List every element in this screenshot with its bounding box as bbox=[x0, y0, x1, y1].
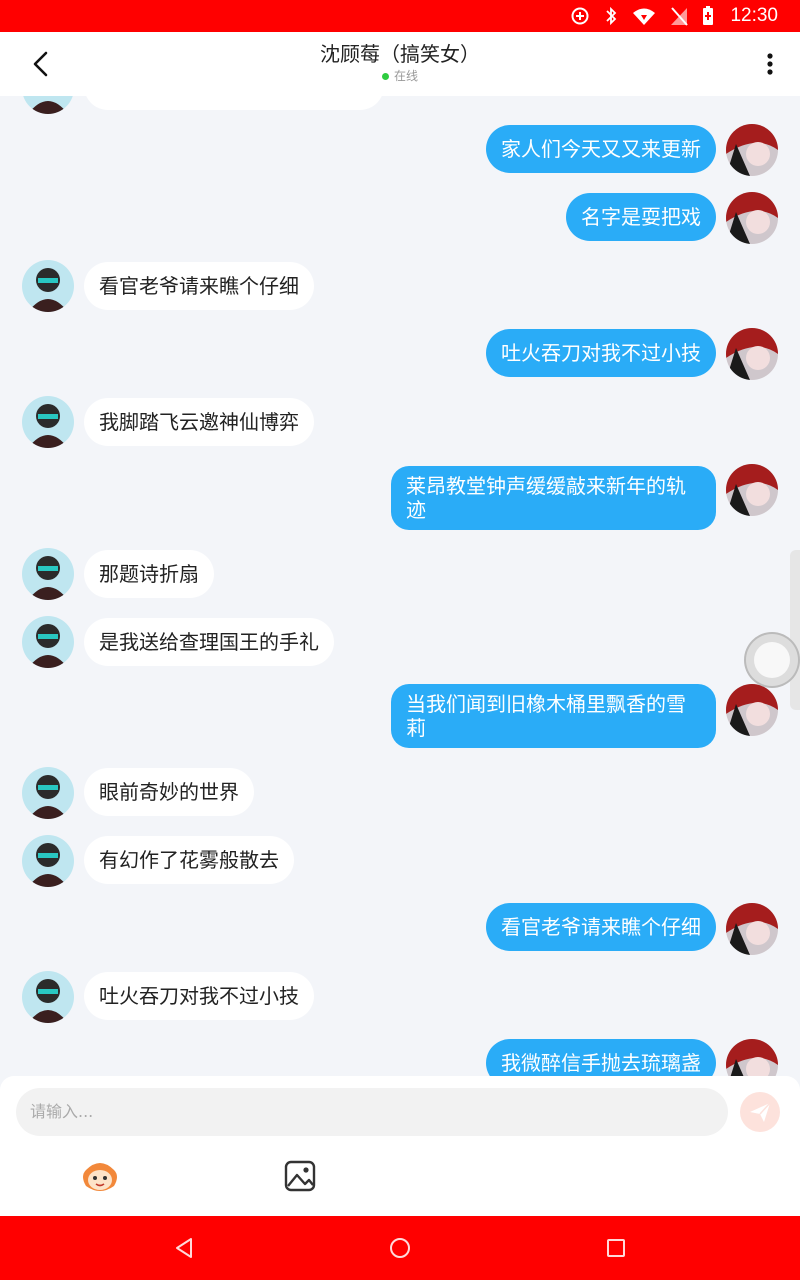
message-bubble[interactable] bbox=[84, 96, 384, 110]
chat-header: 沈顾莓（搞笑女） 在线 bbox=[0, 32, 800, 96]
my-avatar[interactable] bbox=[726, 903, 778, 955]
message-row: 家人们今天又又来更新 bbox=[0, 124, 800, 176]
my-avatar[interactable] bbox=[726, 124, 778, 176]
message-bubble[interactable]: 家人们今天又又来更新 bbox=[486, 125, 716, 173]
nav-recent-icon[interactable] bbox=[604, 1236, 628, 1260]
my-avatar[interactable] bbox=[726, 1039, 778, 1076]
my-avatar[interactable] bbox=[726, 192, 778, 244]
message-row: 吐火吞刀对我不过小技 bbox=[0, 971, 800, 1023]
message-row bbox=[0, 96, 800, 114]
contact-avatar[interactable] bbox=[22, 616, 74, 668]
more-button[interactable] bbox=[760, 48, 780, 80]
status-icons: 12:30 bbox=[570, 0, 800, 32]
status-time: 12:30 bbox=[730, 5, 778, 26]
nav-home-icon[interactable] bbox=[388, 1236, 412, 1260]
input-bar: 请输入... bbox=[0, 1076, 800, 1216]
message-bubble[interactable]: 我脚踏飞云邀神仙博弈 bbox=[84, 398, 314, 446]
back-button[interactable] bbox=[24, 46, 60, 82]
message-bubble[interactable]: 当我们闻到旧橡木桶里飘香的雪莉 bbox=[391, 684, 716, 748]
message-row: 眼前奇妙的世界 bbox=[0, 767, 800, 819]
message-row: 看官老爷请来瞧个仔细 bbox=[0, 903, 800, 955]
message-input[interactable]: 请输入... bbox=[16, 1088, 728, 1136]
contact-avatar[interactable] bbox=[22, 767, 74, 819]
status-bar: 12:30 bbox=[0, 0, 800, 32]
system-nav-bar bbox=[0, 1216, 800, 1280]
chat-area[interactable]: 家人们今天又又来更新 名字是耍把戏 看官老爷请来瞧个仔细 吐火吞刀对我不过小技 … bbox=[0, 96, 800, 1076]
send-icon bbox=[750, 1102, 771, 1122]
send-button[interactable] bbox=[740, 1092, 780, 1132]
my-avatar[interactable] bbox=[726, 464, 778, 516]
message-row: 是我送给查理国王的手礼 bbox=[0, 616, 800, 668]
message-bubble[interactable]: 我微醉信手抛去琉璃盏 bbox=[486, 1039, 716, 1076]
my-avatar[interactable] bbox=[726, 328, 778, 380]
title-block: 沈顾莓（搞笑女） 在线 bbox=[200, 40, 600, 84]
online-status-label: 在线 bbox=[393, 69, 418, 83]
contact-avatar[interactable] bbox=[22, 260, 74, 312]
image-icon bbox=[284, 1160, 316, 1192]
message-row: 我微醉信手抛去琉璃盏 bbox=[0, 1039, 800, 1076]
image-button[interactable] bbox=[282, 1158, 318, 1194]
message-bubble[interactable]: 吐火吞刀对我不过小技 bbox=[84, 972, 314, 1020]
message-row: 当我们闻到旧橡木桶里飘香的雪莉 bbox=[0, 684, 800, 752]
back-icon bbox=[33, 51, 48, 77]
message-row: 我脚踏飞云邀神仙博弈 bbox=[0, 396, 800, 448]
message-row: 有幻作了花雾般散去 bbox=[0, 835, 800, 887]
side-drawer-handle[interactable] bbox=[790, 550, 800, 710]
floating-assistant-button[interactable] bbox=[746, 634, 798, 686]
more-icon bbox=[767, 53, 773, 75]
emoji-icon bbox=[83, 1163, 117, 1191]
message-bubble[interactable]: 名字是耍把戏 bbox=[566, 193, 716, 241]
message-row: 莱昂教堂钟声缓缓敲来新年的轨迹 bbox=[0, 464, 800, 532]
emoji-button[interactable] bbox=[80, 1156, 120, 1196]
message-row: 吐火吞刀对我不过小技 bbox=[0, 328, 800, 380]
nav-back-icon[interactable] bbox=[172, 1236, 196, 1260]
contact-avatar[interactable] bbox=[22, 396, 74, 448]
contact-avatar[interactable] bbox=[22, 96, 74, 114]
message-bubble[interactable]: 是我送给查理国王的手礼 bbox=[84, 618, 334, 666]
contact-avatar[interactable] bbox=[22, 835, 74, 887]
message-bubble[interactable]: 吐火吞刀对我不过小技 bbox=[486, 329, 716, 377]
message-bubble[interactable]: 那题诗折扇 bbox=[84, 550, 214, 598]
contact-avatar[interactable] bbox=[22, 971, 74, 1023]
contact-avatar[interactable] bbox=[22, 548, 74, 600]
battery-icon bbox=[703, 6, 714, 25]
message-bubble[interactable]: 莱昂教堂钟声缓缓敲来新年的轨迹 bbox=[391, 466, 716, 530]
message-row: 名字是耍把戏 bbox=[0, 192, 800, 244]
message-bubble[interactable]: 看官老爷请来瞧个仔细 bbox=[84, 262, 314, 310]
my-avatar[interactable] bbox=[726, 684, 778, 736]
message-row: 那题诗折扇 bbox=[0, 548, 800, 600]
online-status: 在线 bbox=[200, 68, 600, 84]
wifi-icon bbox=[633, 8, 656, 25]
data-saver-icon bbox=[571, 7, 589, 25]
message-bubble[interactable]: 看官老爷请来瞧个仔细 bbox=[486, 903, 716, 951]
message-bubble[interactable]: 有幻作了花雾般散去 bbox=[84, 836, 294, 884]
message-bubble[interactable]: 眼前奇妙的世界 bbox=[84, 768, 254, 816]
message-row: 看官老爷请来瞧个仔细 bbox=[0, 260, 800, 312]
bluetooth-icon bbox=[606, 6, 617, 26]
page-title: 沈顾莓（搞笑女） bbox=[320, 42, 480, 66]
online-dot-icon bbox=[381, 72, 389, 80]
signal-off-icon bbox=[671, 7, 689, 26]
